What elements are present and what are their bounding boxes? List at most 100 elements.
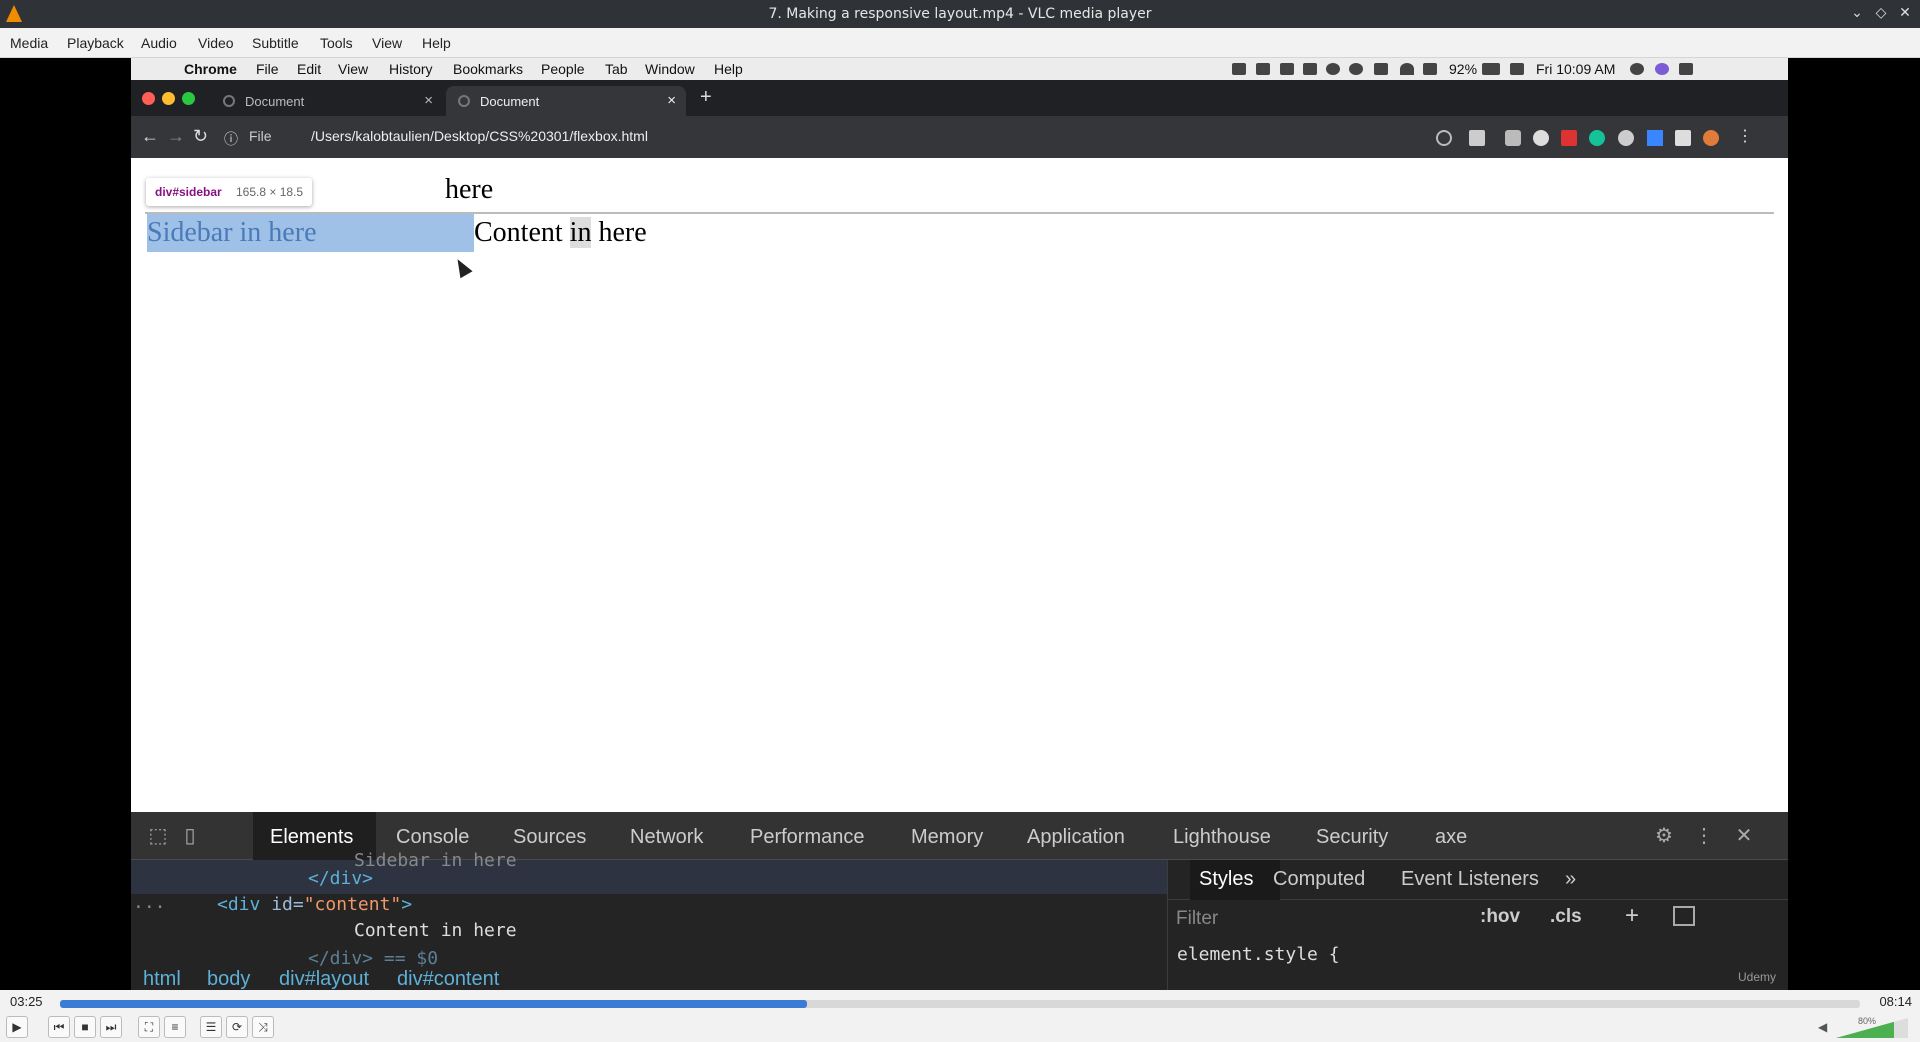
minimize-icon[interactable]: ⌄: [1848, 4, 1866, 22]
zoom-icon[interactable]: [1436, 130, 1452, 146]
bookmark-star-icon[interactable]: [1469, 130, 1485, 146]
element-style-rule[interactable]: element.style {: [1177, 944, 1340, 965]
inspect-element-icon[interactable]: ⬚: [147, 825, 169, 847]
close-icon[interactable]: ✕: [1896, 4, 1914, 22]
new-rule-icon[interactable]: +: [1625, 902, 1639, 930]
elapsed-time: 03:25: [10, 994, 43, 1009]
dom-attr-name: id=: [260, 894, 304, 915]
dom-ellipsis[interactable]: ...: [133, 892, 166, 913]
hov-toggle[interactable]: :hov: [1480, 906, 1520, 928]
fullscreen-icon[interactable]: ⛶: [138, 1016, 160, 1038]
browser-tab-2[interactable]: Document ×: [446, 86, 686, 116]
breadcrumb-content[interactable]: div#content: [397, 968, 499, 990]
forward-icon[interactable]: →: [167, 126, 185, 147]
tab-network[interactable]: Network: [630, 826, 703, 849]
drive-icon[interactable]: [1647, 130, 1663, 146]
stop-icon[interactable]: ■: [74, 1016, 96, 1038]
menu-help[interactable]: Help: [422, 35, 451, 51]
tooltip-dimensions: 165.8 × 18.5: [236, 185, 304, 199]
menu-subtitle[interactable]: Subtitle: [252, 35, 299, 51]
tab-close-icon[interactable]: ×: [424, 92, 433, 109]
new-tab-icon[interactable]: +: [700, 86, 724, 116]
tab-application[interactable]: Application: [1027, 826, 1125, 849]
breadcrumb-layout[interactable]: div#layout: [279, 968, 369, 990]
devtools-close-icon[interactable]: ✕: [1733, 825, 1755, 847]
back-icon[interactable]: ←: [141, 126, 159, 147]
tab-axe[interactable]: axe: [1435, 826, 1467, 849]
mac-minimize-dot[interactable]: [162, 92, 175, 105]
layout-icon: [1303, 63, 1317, 75]
mac-close-dot[interactable]: [142, 92, 155, 105]
mac-menu-tab: Tab: [605, 61, 628, 77]
next-icon[interactable]: ⏭: [100, 1016, 122, 1038]
devtools-menu-icon[interactable]: ⋮: [1693, 825, 1715, 847]
total-time[interactable]: 08:14: [1879, 994, 1912, 1009]
extension-icon[interactable]: [1618, 130, 1634, 146]
dom-tree[interactable]: Sidebar in here </div> ... <div id="cont…: [131, 850, 1167, 990]
shuffle-icon[interactable]: ⤨: [252, 1016, 274, 1038]
browser-toolbar: ← → ↻ ⓘ File /Users/kalobtaulien/Desktop…: [131, 116, 1788, 158]
cls-toggle[interactable]: .cls: [1550, 906, 1582, 928]
info-icon[interactable]: ⓘ: [224, 129, 238, 149]
play-icon[interactable]: ▶: [6, 1016, 28, 1038]
previous-icon[interactable]: ⏮: [48, 1016, 70, 1038]
breadcrumb-body[interactable]: body: [207, 968, 250, 990]
mac-zoom-dot[interactable]: [182, 92, 195, 105]
profile-icon[interactable]: [1703, 130, 1719, 146]
styles-filter-input[interactable]: Filter: [1176, 908, 1476, 936]
tab-performance[interactable]: Performance: [750, 826, 865, 849]
playlist-icon[interactable]: ☰: [200, 1016, 222, 1038]
player-controls: 03:25 08:14 ▶ ⏮ ■ ⏭ ⛶ ≡ ☰ ⟳ ⤨ ◀ 80%: [0, 990, 1920, 1042]
tab-elements[interactable]: Elements: [270, 826, 353, 849]
tab-sources[interactable]: Sources: [513, 826, 586, 849]
dom-breadcrumb: html body div#layout div#content: [131, 968, 1167, 990]
more-tabs-icon[interactable]: »: [1565, 868, 1576, 891]
extended-settings-icon[interactable]: ≡: [164, 1016, 186, 1038]
mac-menu-history: History: [389, 61, 433, 77]
browser-tab-label: Document: [245, 94, 305, 109]
menu-video[interactable]: Video: [198, 35, 234, 51]
breadcrumb-html[interactable]: html: [143, 968, 181, 990]
dom-content-open-tag[interactable]: <div id="content">: [217, 894, 412, 915]
dom-content-text: Content in here: [354, 920, 517, 941]
device-toolbar-icon[interactable]: ▯: [179, 825, 201, 847]
tab-console[interactable]: Console: [396, 826, 469, 849]
address-bar[interactable]: /Users/kalobtaulien/Desktop/CSS%20301/fl…: [311, 128, 648, 144]
seek-bar[interactable]: [60, 1000, 1860, 1008]
extension-icon[interactable]: [1561, 130, 1577, 146]
reload-icon[interactable]: ↻: [193, 126, 208, 147]
puzzle-icon[interactable]: [1675, 130, 1691, 146]
menu-playback[interactable]: Playback: [67, 35, 124, 51]
tab-security[interactable]: Security: [1316, 826, 1388, 849]
speaker-icon[interactable]: ◀: [1818, 1020, 1830, 1034]
styles-tabbar: Styles Computed Event Listeners »: [1168, 860, 1788, 900]
settings-gear-icon[interactable]: ⚙: [1653, 825, 1675, 847]
tab-memory[interactable]: Memory: [911, 826, 983, 849]
tab-close-icon[interactable]: ×: [667, 92, 676, 109]
toggle-sidebar-icon[interactable]: [1673, 906, 1695, 926]
volume-slider[interactable]: 80%: [1836, 1016, 1908, 1038]
styles-panel: Styles Computed Event Listeners » Filter…: [1167, 860, 1788, 990]
extension-icon[interactable]: [1533, 130, 1549, 146]
tab-lighthouse[interactable]: Lighthouse: [1173, 826, 1271, 849]
menu-tools[interactable]: Tools: [320, 35, 353, 51]
cloud-icon: [1349, 63, 1363, 75]
kebab-menu-icon[interactable]: ⋮: [1737, 126, 1753, 146]
maximize-icon[interactable]: ◇: [1872, 4, 1890, 22]
menu-media[interactable]: Media: [10, 35, 48, 51]
tab-event-listeners[interactable]: Event Listeners: [1401, 868, 1539, 891]
grammarly-icon[interactable]: [1589, 130, 1605, 146]
dom-close-tag[interactable]: </div>: [308, 868, 373, 889]
display-icon: [1280, 63, 1294, 75]
loop-icon[interactable]: ⟳: [226, 1016, 248, 1038]
tab-computed[interactable]: Computed: [1273, 868, 1365, 891]
video-area[interactable]: Chrome File Edit View History Bookmarks …: [0, 58, 1920, 990]
dom-close-tag-partial: </div> == $0: [308, 948, 439, 969]
browser-tab-1[interactable]: Document ×: [211, 86, 443, 116]
mouse-cursor-icon: [451, 255, 473, 279]
tab-styles[interactable]: Styles: [1199, 868, 1253, 891]
camera-extension-icon[interactable]: [1505, 130, 1521, 146]
menu-audio[interactable]: Audio: [141, 35, 177, 51]
screen-record-icon: [1232, 63, 1246, 75]
menu-view[interactable]: View: [372, 35, 402, 51]
